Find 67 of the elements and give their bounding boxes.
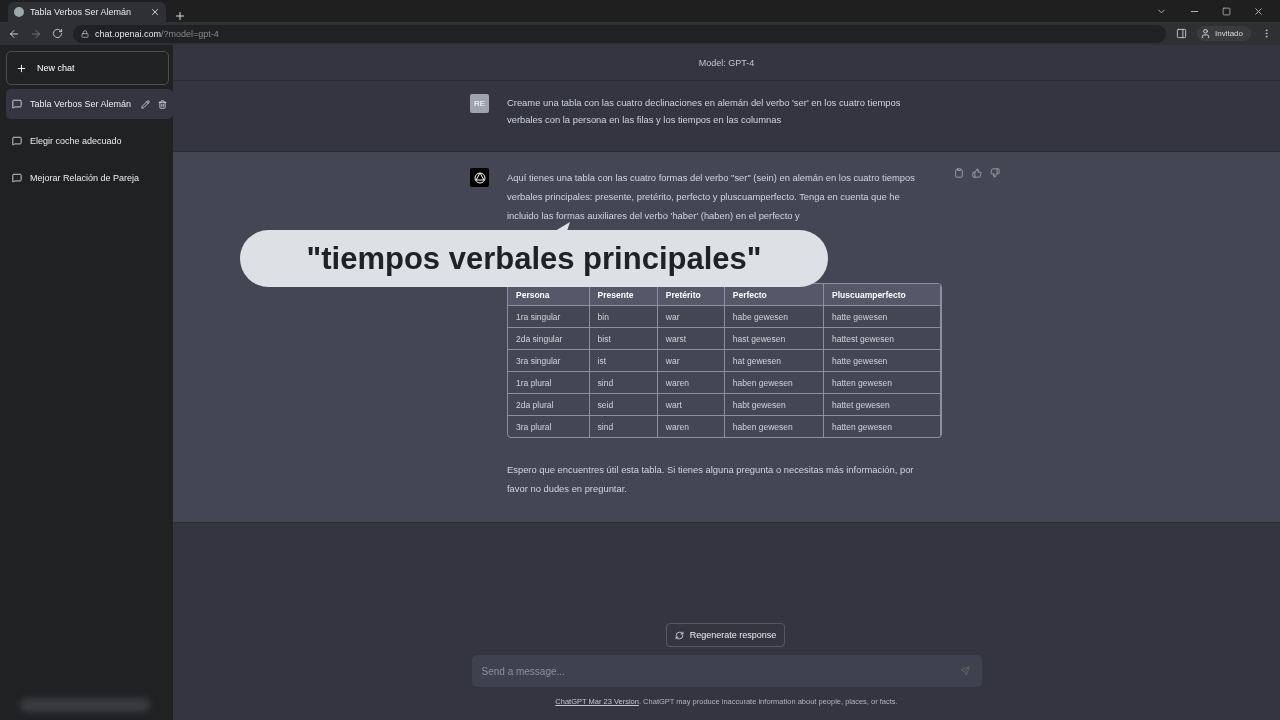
table-cell: hattet gewesen [824,393,941,415]
chat-title: Mejorar Relación de Pareja [30,173,141,183]
thumbs-down-icon[interactable] [990,168,1000,178]
message-text: Aquí tienes una tabla con las cuatro formas del verbo "ser" (sein) en alemán en los cuatro tiempos verbales principales: presente, pretérito, perfecto y pluscuamperfecto. Tenga en cuenta que he incluido las formas auxiliares del verbo 'haber' (haben) en el perfecto y [507,171,916,223]
table-cell: war [657,349,725,371]
table-cell: 2da plural [508,393,590,415]
table-cell: warst [657,327,725,349]
user-icon [1199,28,1211,39]
table-cell: habt gewesen [724,393,825,415]
back-icon[interactable] [8,27,20,40]
user-avatar: RE [470,94,489,113]
chat-icon [12,173,22,183]
chat-item[interactable]: Tabla Verbos Ser Alemán [6,89,173,119]
plus-icon [16,62,27,74]
table-cell: 1ra plural [508,371,590,393]
refresh-icon [674,630,684,640]
thumbs-up-icon[interactable] [972,168,982,178]
table-cell: hast gewesen [724,327,825,349]
table-cell: wart [657,393,725,415]
copy-icon[interactable] [954,168,964,178]
new-tab-icon[interactable] [174,10,186,22]
delete-icon[interactable] [158,99,167,109]
table-cell: 3ra plural [508,415,590,437]
table-cell: hat gewesen [724,349,825,371]
chat-icon [12,136,22,146]
table-cell: waren [657,371,725,393]
table-cell: haben gewesen [724,415,825,437]
table-cell: sind [589,371,658,393]
closing-text: Espero que encuentres útil esta tabla. Si tienes alguna pregunta o necesitas más información, por favor no dudes en preguntar. [507,463,915,496]
table-cell: hatten gewesen [824,371,941,393]
profile-button[interactable]: Invitado [1196,26,1251,41]
close-icon[interactable] [150,7,160,17]
reload-icon[interactable] [52,28,63,39]
browser-tab[interactable]: Tabla Verbos Ser Alemán [8,2,166,22]
table-cell: habe gewesen [724,305,825,327]
table-cell: hatte gewesen [824,349,941,371]
favicon-icon [14,7,24,17]
close-icon[interactable] [1253,5,1264,17]
side-panel-icon[interactable] [1175,28,1187,39]
table-cell: 2da singular [508,327,590,349]
lock-icon [81,29,89,38]
table-cell: waren [657,415,725,437]
table-cell: hatte gewesen [824,305,941,327]
table-cell: sind [589,415,658,437]
address-bar[interactable]: chat.openai.com/?model=gpt-4 [73,24,1166,43]
table-cell: bin [589,305,658,327]
new-chat-button[interactable]: New chat [6,51,169,85]
table-cell: hattest gewesen [824,327,941,349]
message-text: Creame una tabla con las cuatro declinaciones en alemán del verbo 'ser' en los cuatro tiempos verbales con la persona en las filas y los tiempos en las columnas [507,96,902,127]
chat-item[interactable]: Mejorar Relación de Pareja [6,163,173,193]
table-cell: ist [589,349,658,371]
table-cell: hatten gewesen [824,415,941,437]
edit-icon[interactable] [141,99,150,109]
table-cell: 3ra singular [508,349,590,371]
table-cell: seid [589,393,658,415]
message-field[interactable]: Send a message... [471,655,982,687]
chat-icon [12,99,22,109]
regenerate-button[interactable]: Regenerate response [665,623,786,647]
chat-item[interactable]: Elegir coche adecuado [6,126,173,156]
maximize-icon[interactable] [1222,6,1231,16]
chat-title: Elegir coche adecuado [30,136,123,146]
table-cell: war [657,305,725,327]
table-cell: 1ra singular [508,305,590,327]
table-cell: haben gewesen [724,371,825,393]
column-header: Pluscuamperfecto [824,284,941,305]
table-cell: bist [589,327,658,349]
chat-title: Tabla Verbos Ser Alemán [30,99,133,109]
